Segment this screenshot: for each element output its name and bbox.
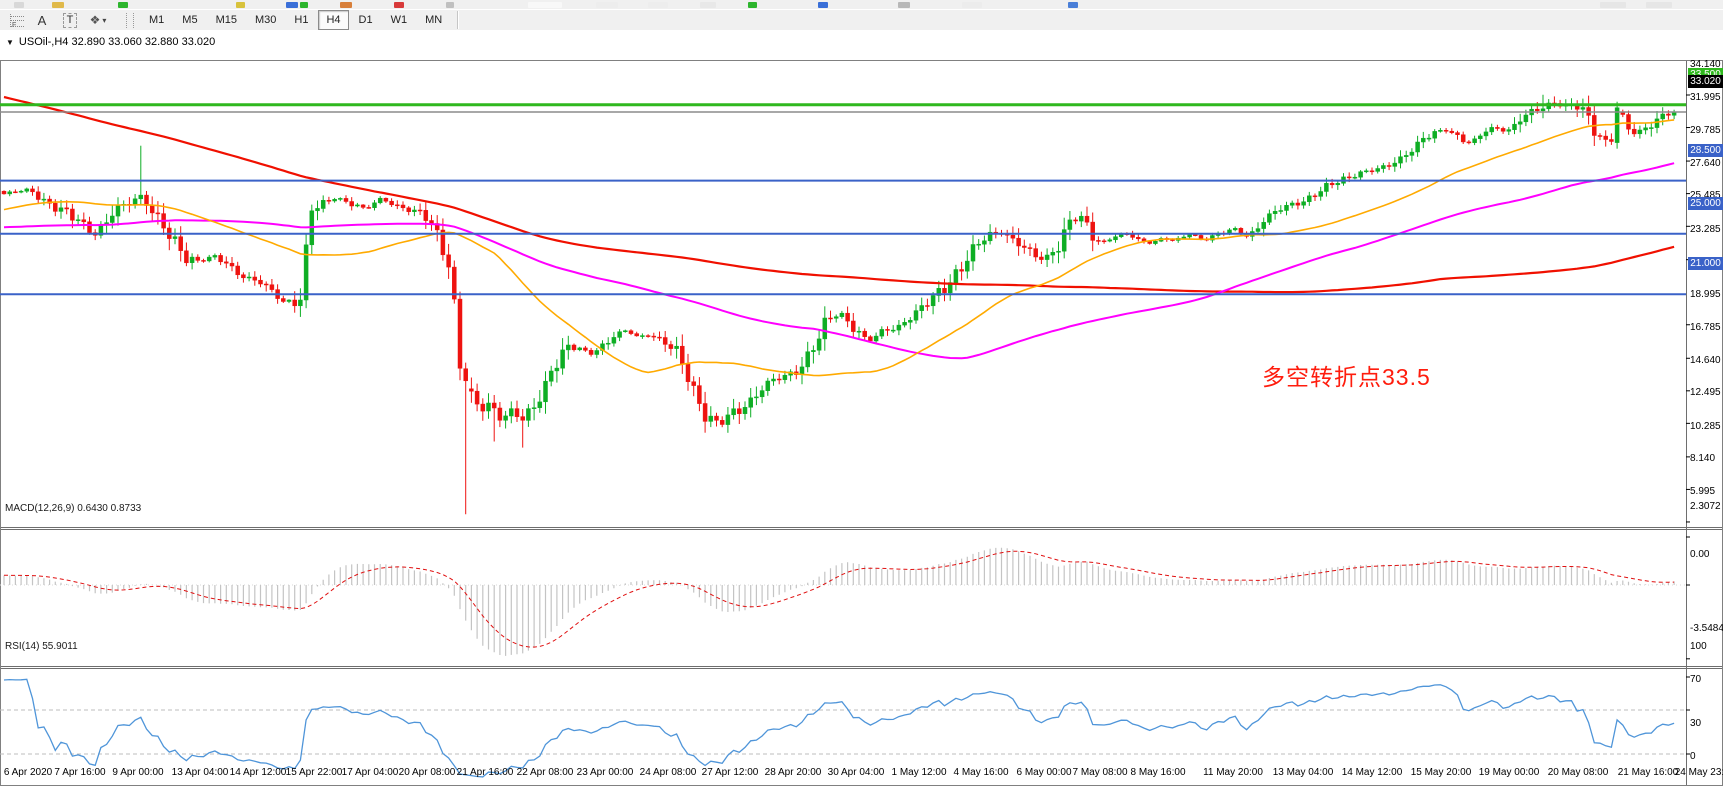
toolbar-icon-fragment	[1068, 2, 1078, 8]
toolbar-drag-handle[interactable]	[126, 13, 134, 28]
toolbar-row-clipped	[0, 0, 1723, 10]
mt4-window: F A T ❖ ▾ M1M5M15M30H1H4D1W1MN ▼ USOil-,…	[0, 0, 1723, 786]
toolbar-icon-fragment	[700, 2, 716, 8]
timeframe-button-D1[interactable]: D1	[351, 10, 381, 30]
toolbar-icon-fragment	[394, 2, 404, 8]
toolbar-icon-fragment	[118, 2, 128, 8]
toolbar-icon-fragment	[818, 2, 828, 8]
toolbar-main: F A T ❖ ▾ M1M5M15M30H1H4D1W1MN	[0, 10, 1723, 30]
toolbar-icon-fragment	[1646, 2, 1672, 8]
timeframe-button-M5[interactable]: M5	[174, 10, 205, 30]
text-label-tool-button[interactable]: T	[59, 11, 81, 30]
letter-a-icon: A	[38, 13, 47, 28]
toolbar-icon-fragment	[14, 2, 24, 8]
toolbar-icon-fragment	[286, 2, 298, 8]
toolbar-icon-fragment	[236, 2, 245, 8]
timeframe-button-M15[interactable]: M15	[208, 10, 245, 30]
timeframe-button-H4[interactable]: H4	[318, 10, 348, 30]
timeframe-toolbar: M1M5M15M30H1H4D1W1MN	[140, 10, 451, 30]
chart-window[interactable]: ▼ USOil-,H4 32.890 33.060 32.880 33.020 …	[0, 30, 1723, 786]
toolbar-icon-fragment	[962, 2, 982, 8]
timeframe-button-MN[interactable]: MN	[417, 10, 450, 30]
toolbar-icon-fragment	[748, 2, 757, 8]
toolbar-icon-fragment	[898, 2, 910, 8]
toolbar-icon-fragment	[446, 2, 454, 8]
toolbar-icon-fragment	[528, 2, 562, 8]
toolbar-icon-fragment	[300, 2, 308, 8]
toolbar-icon-fragment	[1600, 2, 1626, 8]
text-box-icon: T	[63, 13, 78, 28]
timeframe-button-M30[interactable]: M30	[247, 10, 284, 30]
timeframe-button-W1[interactable]: W1	[383, 10, 416, 30]
grid-profile-icon[interactable]: F	[3, 11, 25, 30]
styles-dropdown-button[interactable]: ❖ ▾	[87, 11, 109, 30]
chart-canvas[interactable]	[0, 30, 1723, 786]
toolbar-icon-fragment	[648, 2, 668, 8]
styles-icon: ❖	[90, 13, 101, 27]
toolbar-separator	[457, 11, 459, 29]
toolbar-icon-fragment	[596, 2, 618, 8]
timeframe-button-M1[interactable]: M1	[141, 10, 172, 30]
timeframe-button-H1[interactable]: H1	[286, 10, 316, 30]
toolbar-icon-fragment	[52, 2, 64, 8]
grid-f-icon: F	[10, 14, 24, 27]
chevron-down-icon: ▾	[102, 16, 106, 25]
font-tool-button[interactable]: A	[31, 11, 53, 30]
toolbar-icon-fragment	[340, 2, 352, 8]
